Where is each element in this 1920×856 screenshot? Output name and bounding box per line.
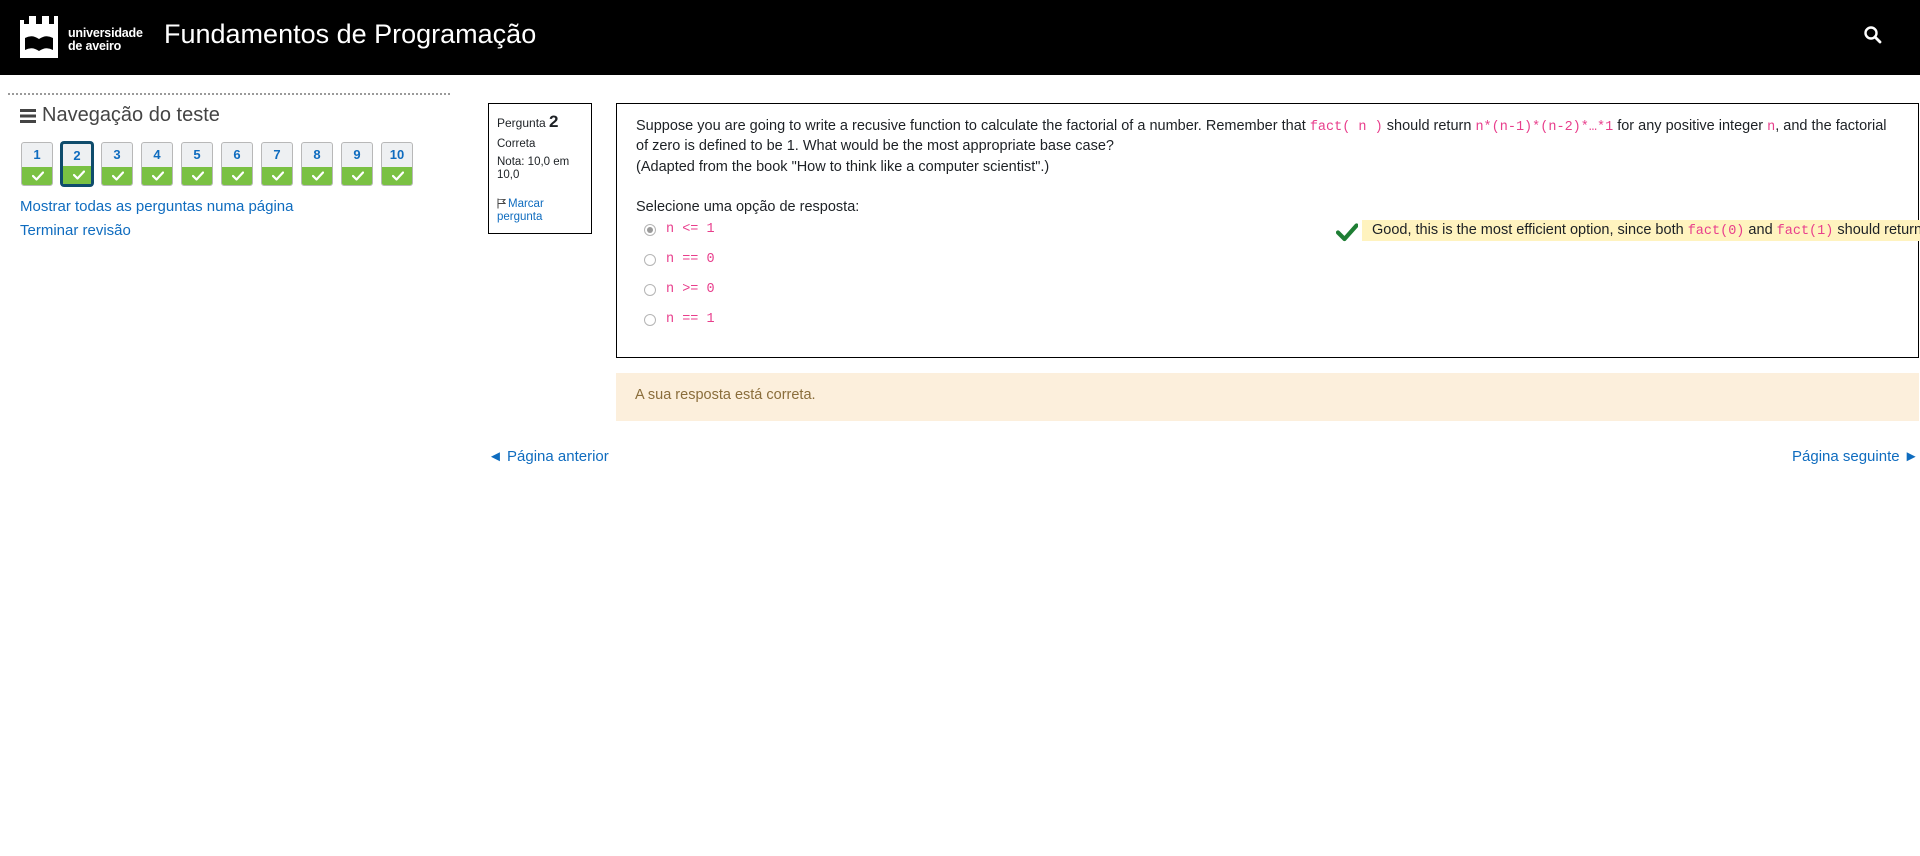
- question-state-correct: [102, 167, 132, 185]
- check-icon: [312, 171, 324, 181]
- answer-option-label: n == 1: [666, 312, 715, 327]
- question-button-7[interactable]: 7: [261, 142, 293, 186]
- question-button-6[interactable]: 6: [221, 142, 253, 186]
- logo-text: universidade de aveiro: [68, 27, 143, 53]
- check-icon: [112, 171, 124, 181]
- answer-radio[interactable]: [644, 314, 656, 326]
- answer-radio[interactable]: [644, 224, 656, 236]
- feedback-part-2: and: [1744, 222, 1777, 238]
- question-grade-line-2: 10,0: [497, 169, 520, 181]
- answer-radio[interactable]: [644, 254, 656, 266]
- question-button-5[interactable]: 5: [181, 142, 213, 186]
- check-icon: [392, 171, 404, 181]
- code-fact-n: fact( n ): [1309, 120, 1383, 135]
- question-text: Suppose you are going to write a recusiv…: [636, 117, 1901, 155]
- question-state-correct: [222, 167, 252, 185]
- answer-feedback: Good, this is the most efficient option,…: [1362, 220, 1920, 241]
- question-button-number: 5: [193, 147, 201, 162]
- outcome-text: A sua resposta está correta.: [635, 387, 816, 403]
- feedback-part-3: should return: [1833, 222, 1920, 238]
- code-fact-0: fact(0): [1687, 224, 1745, 239]
- question-button-number: 9: [353, 147, 361, 162]
- question-state-correct: [302, 167, 332, 185]
- code-factorial-expansion: n*(n-1)*(n-2)*…*1: [1475, 120, 1614, 135]
- question-state-correct: [182, 167, 212, 185]
- question-state-correct: [342, 167, 372, 185]
- question-button-number: 1: [33, 147, 41, 162]
- question-label: Pergunta: [497, 116, 546, 130]
- previous-page-link[interactable]: ◄ Página anterior: [488, 448, 609, 465]
- logo-mark-icon: [20, 16, 58, 58]
- question-button-2[interactable]: 2: [61, 142, 93, 186]
- check-icon: [272, 171, 284, 181]
- question-button-9[interactable]: 9: [341, 142, 373, 186]
- university-logo[interactable]: universidade de aveiro: [18, 14, 146, 60]
- question-grade-line-1: Nota: 10,0 em: [497, 156, 570, 168]
- flag-question-line-2: pergunta: [497, 211, 543, 223]
- question-button-number: 10: [389, 147, 405, 162]
- check-icon: [152, 171, 164, 181]
- question-button-3[interactable]: 3: [101, 142, 133, 186]
- question-button-number: 8: [313, 147, 321, 162]
- question-button-8[interactable]: 8: [301, 142, 333, 186]
- question-grade: Nota: 10,0 em 10,0: [497, 156, 583, 182]
- check-icon: [232, 171, 244, 181]
- question-text-part-2: should return: [1382, 118, 1476, 134]
- answer-prompt: Selecione uma opção de resposta:: [636, 199, 860, 215]
- question-number: 2: [549, 112, 559, 131]
- question-status: Correta: [497, 138, 536, 150]
- question-content: Suppose you are going to write a recusiv…: [616, 103, 1920, 358]
- question-button-number: 7: [273, 147, 281, 162]
- show-all-questions-link[interactable]: Mostrar todas as perguntas numa página: [20, 198, 294, 215]
- answer-option-label: n == 0: [666, 252, 715, 267]
- question-text-part-1: Suppose you are going to write a recusiv…: [636, 118, 1310, 134]
- question-button-number: 4: [153, 147, 161, 162]
- question-button-number: 3: [113, 147, 121, 162]
- code-fact-1: fact(1): [1776, 224, 1834, 239]
- question-state-correct: [382, 167, 412, 185]
- question-source-note: (Adapted from the book "How to think lik…: [636, 159, 1050, 175]
- question-button-10[interactable]: 10: [381, 142, 413, 186]
- check-icon: [352, 171, 364, 181]
- question-state-correct: [142, 167, 172, 185]
- feedback-part-1: Good, this is the most efficient option,…: [1372, 222, 1688, 238]
- question-state-correct: [262, 167, 292, 185]
- top-bar: universidade de aveiro Fundamentos de Pr…: [0, 0, 1920, 75]
- correct-check-icon: [1336, 223, 1358, 242]
- quiz-navigation-block: Navegação do teste 1 2 3 4 5 6 7 8 9 10 Mostrar t…: [8, 93, 450, 239]
- search-icon[interactable]: [1863, 25, 1883, 45]
- question-text-part-3: for any positive integer: [1613, 118, 1768, 134]
- quiz-navigation-title-text: Navegação do teste: [42, 104, 220, 126]
- site-title[interactable]: Fundamentos de Programação: [164, 17, 536, 51]
- check-icon: [32, 171, 44, 181]
- answer-option-label: n <= 1: [666, 222, 715, 237]
- question-button-1[interactable]: 1: [21, 142, 53, 186]
- question-number-line: Pergunta 2: [497, 112, 583, 132]
- question-button-number: 6: [233, 147, 241, 162]
- flag-icon: [497, 198, 507, 209]
- next-page-link[interactable]: Página seguinte ►: [1792, 448, 1919, 465]
- finish-review-link[interactable]: Terminar revisão: [20, 222, 131, 239]
- question-button-number: 2: [73, 148, 81, 163]
- answer-radio[interactable]: [644, 284, 656, 296]
- outcome-feedback: A sua resposta está correta.: [616, 373, 1919, 421]
- answer-option-label: n >= 0: [666, 282, 715, 297]
- flag-question-link[interactable]: Marcar pergunta: [497, 198, 544, 224]
- check-icon: [192, 171, 204, 181]
- menu-bars-icon: [20, 108, 36, 123]
- question-state-correct: [22, 167, 52, 185]
- question-state-correct: [63, 166, 91, 184]
- flag-question-line-1: Marcar: [508, 198, 544, 210]
- question-info: Pergunta 2 Correta Nota: 10,0 em 10,0 Ma…: [488, 103, 592, 234]
- quiz-navigation-title: Navegação do teste: [20, 103, 220, 127]
- logo-line-2: de aveiro: [68, 39, 122, 53]
- check-icon: [73, 170, 85, 180]
- question-button-4[interactable]: 4: [141, 142, 173, 186]
